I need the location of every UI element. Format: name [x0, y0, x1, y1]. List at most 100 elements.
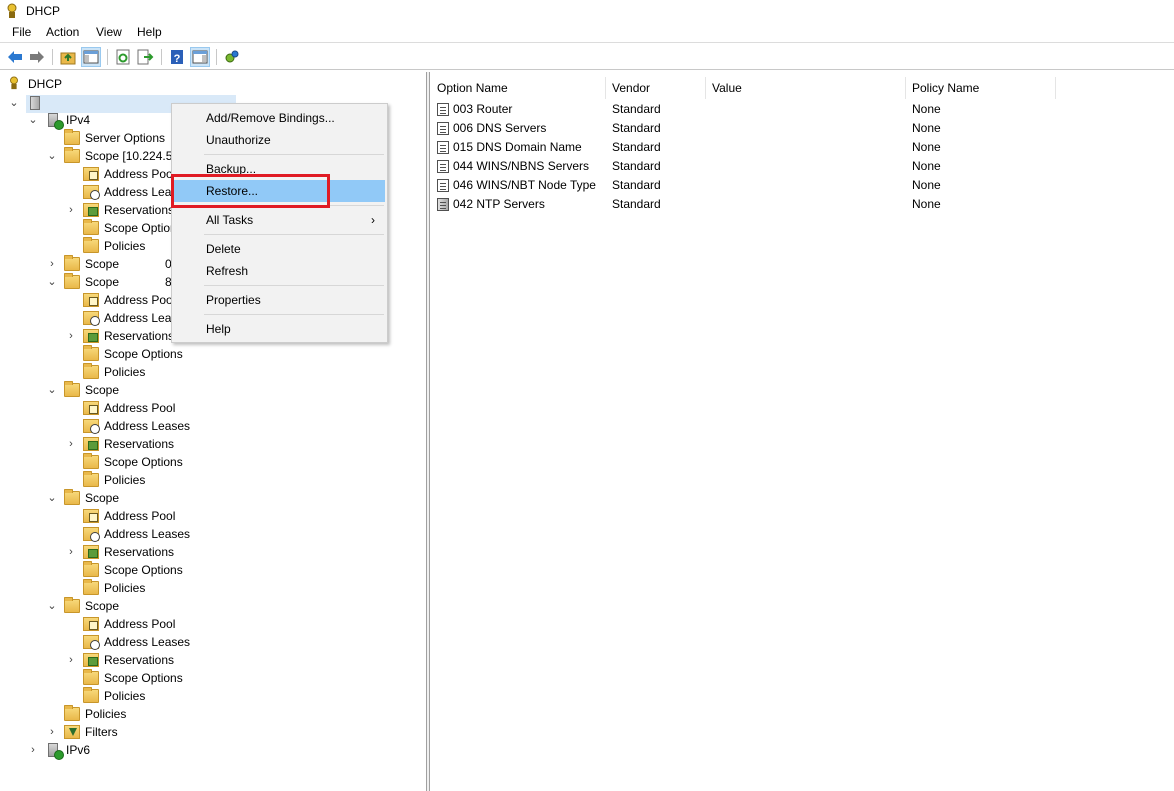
- tree-label-address-pool: Address Pool: [104, 293, 176, 307]
- table-row[interactable]: 046 WINS/NBT Node Type Standard None: [431, 176, 1171, 195]
- export-list-icon: [137, 49, 154, 65]
- tree-label-reservations: Reservations: [104, 437, 175, 451]
- collapse-chevron-icon[interactable]: ⌄: [47, 489, 57, 507]
- menu-item-unauthorize[interactable]: Unauthorize: [174, 129, 385, 151]
- toolbar-separator: [216, 49, 217, 65]
- cell-policy-name: None: [912, 121, 941, 135]
- tree-label-ipv6: IPv6: [66, 743, 91, 757]
- menu-separator: [204, 154, 384, 155]
- up-one-level-button[interactable]: [58, 47, 78, 67]
- option-icon: [437, 141, 449, 154]
- tree-label-scope: Scope: [85, 599, 120, 613]
- address-leases-icon: [83, 311, 100, 326]
- menu-item-help[interactable]: Help: [174, 318, 385, 340]
- collapse-chevron-icon[interactable]: ⌄: [47, 273, 57, 291]
- table-row[interactable]: 003 Router Standard None: [431, 100, 1171, 119]
- menu-file[interactable]: File: [10, 25, 33, 39]
- cell-option-name: 006 DNS Servers: [453, 121, 547, 135]
- help-button[interactable]: ?: [167, 47, 187, 67]
- column-header-policy-name[interactable]: Policy Name: [906, 77, 1056, 99]
- dhcp-server-button[interactable]: [222, 47, 242, 67]
- show-hide-console-tree-button[interactable]: [81, 47, 101, 67]
- export-list-button[interactable]: [135, 47, 155, 67]
- annotation-highlight-box: [171, 174, 330, 208]
- expand-chevron-icon[interactable]: ›: [66, 435, 76, 453]
- show-hide-action-pane-icon: [192, 50, 208, 64]
- tree-label-ipv4: IPv4: [66, 113, 91, 127]
- dhcp-server-icon: [225, 50, 239, 63]
- submenu-arrow-icon: ›: [371, 213, 375, 227]
- folder-icon: [83, 669, 99, 685]
- expand-chevron-icon[interactable]: ›: [66, 651, 76, 669]
- menu-item-all-tasks[interactable]: All Tasks ›: [174, 209, 385, 231]
- menu-item-delete[interactable]: Delete: [174, 238, 385, 260]
- tree-label-scope: Scope [10.224.52: [85, 149, 180, 163]
- tree-label-scope-options: Scope Options: [104, 455, 183, 469]
- tree-label-scope-options: Scope Option: [104, 221, 177, 235]
- table-row[interactable]: 015 DNS Domain Name Standard None: [431, 138, 1171, 157]
- folder-icon: [83, 237, 99, 253]
- collapse-chevron-icon[interactable]: ⌄: [47, 597, 57, 615]
- collapse-chevron-icon[interactable]: ⌄: [47, 381, 57, 399]
- expand-chevron-icon[interactable]: ›: [28, 741, 38, 759]
- expand-chevron-icon[interactable]: ›: [66, 327, 76, 345]
- tree-label-reservations: Reservations: [104, 329, 175, 343]
- expand-chevron-icon[interactable]: ›: [66, 543, 76, 561]
- cell-option-name: 015 DNS Domain Name: [453, 140, 582, 154]
- option-icon: [437, 122, 449, 135]
- tree-label-reservations: Reservations: [104, 545, 175, 559]
- folder-icon: [64, 381, 80, 397]
- cell-policy-name: None: [912, 140, 941, 154]
- address-leases-icon: [83, 419, 100, 434]
- menu-separator: [204, 234, 384, 235]
- show-hide-action-pane-button[interactable]: [190, 47, 210, 67]
- option-icon: [437, 160, 449, 173]
- collapse-chevron-icon[interactable]: ⌄: [9, 94, 19, 112]
- expand-chevron-icon[interactable]: ›: [66, 201, 76, 219]
- tree-label-dhcp: DHCP: [28, 77, 63, 91]
- cell-vendor: Standard: [612, 178, 661, 192]
- forward-icon: [30, 51, 44, 63]
- column-header-option-name[interactable]: Option Name: [431, 77, 606, 99]
- cell-vendor: Standard: [612, 197, 661, 211]
- expand-chevron-icon[interactable]: ›: [47, 723, 57, 741]
- tree-label-scope: Scope: [85, 491, 120, 505]
- dhcp-app-icon: [7, 3, 17, 18]
- column-header-vendor[interactable]: Vendor: [606, 77, 706, 99]
- menu-item-add-remove-bindings[interactable]: Add/Remove Bindings...: [174, 107, 385, 129]
- table-row[interactable]: 044 WINS/NBNS Servers Standard None: [431, 157, 1171, 176]
- toolbar-separator: [107, 49, 108, 65]
- table-row[interactable]: 042 NTP Servers Standard None: [431, 195, 1171, 214]
- pane-splitter[interactable]: [427, 72, 430, 791]
- tree-label-scope: Scope: [85, 383, 120, 397]
- tree-label-scope-options: Scope Options: [104, 563, 183, 577]
- folder-icon: [83, 687, 99, 703]
- cell-policy-name: None: [912, 159, 941, 173]
- address-pool-icon: [83, 167, 99, 181]
- tree-label-policies: Policies: [104, 473, 146, 487]
- menu-action[interactable]: Action: [44, 25, 81, 39]
- folder-icon: [64, 705, 80, 721]
- tree-label-reservations: Reservations: [104, 653, 175, 667]
- table-row[interactable]: 006 DNS Servers Standard None: [431, 119, 1171, 138]
- column-header-value[interactable]: Value: [706, 77, 906, 99]
- show-hide-tree-icon: [83, 50, 99, 64]
- menu-help[interactable]: Help: [135, 25, 164, 39]
- expand-chevron-icon[interactable]: ›: [47, 255, 57, 273]
- cell-policy-name: None: [912, 178, 941, 192]
- tree-label-scope: Scope: [85, 275, 120, 289]
- menu-item-refresh[interactable]: Refresh: [174, 260, 385, 282]
- collapse-chevron-icon[interactable]: ⌄: [47, 147, 57, 165]
- menu-bar: File Action View Help: [0, 22, 1174, 43]
- result-list[interactable]: Option Name Vendor Value Policy Name 003…: [431, 72, 1174, 791]
- cell-policy-name: None: [912, 102, 941, 116]
- back-button[interactable]: [5, 47, 25, 67]
- tree-label-policies: Policies: [104, 365, 146, 379]
- tree-label-address-leases: Address Leas: [104, 185, 178, 199]
- refresh-button[interactable]: [113, 47, 133, 67]
- reservations-icon: [83, 653, 99, 667]
- menu-view[interactable]: View: [94, 25, 124, 39]
- menu-item-properties[interactable]: Properties: [174, 289, 385, 311]
- forward-button[interactable]: [27, 47, 47, 67]
- collapse-chevron-icon[interactable]: ⌄: [28, 111, 38, 129]
